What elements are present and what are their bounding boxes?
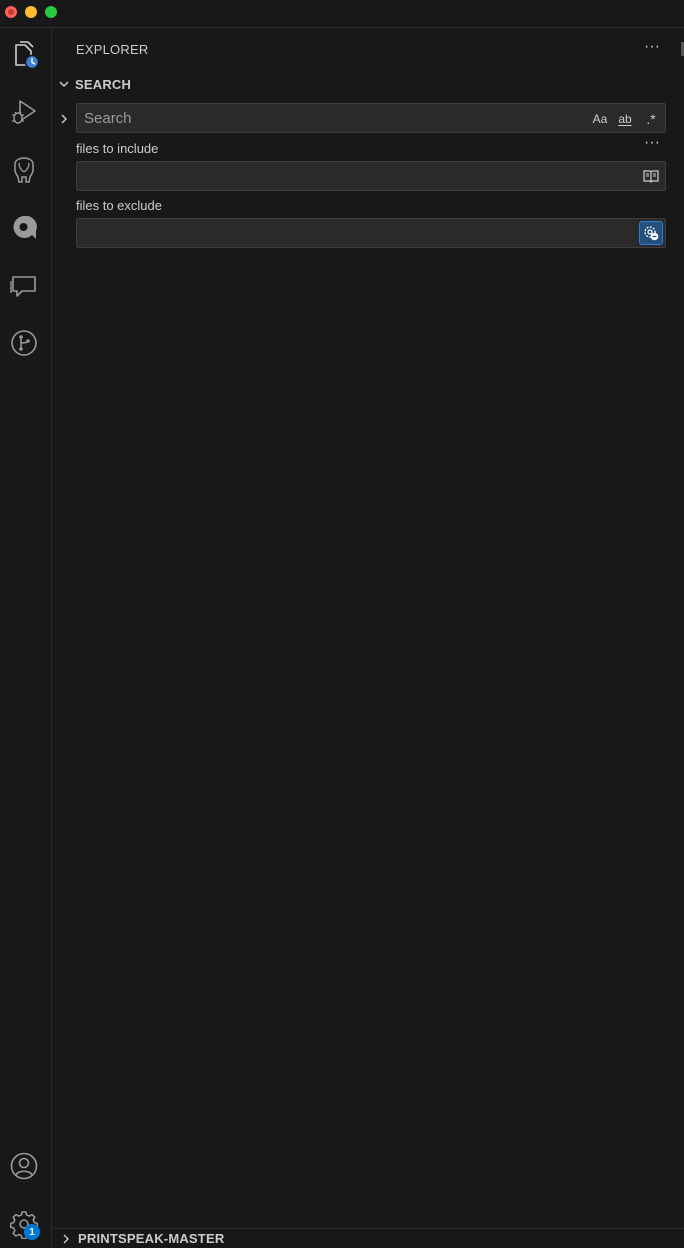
activity-source-control[interactable] [6, 325, 42, 361]
match-case-toggle[interactable]: Aa [591, 109, 609, 129]
window-close-button[interactable] [5, 6, 17, 18]
activity-bar: 1 [0, 28, 52, 1248]
include-label: files to include [76, 141, 159, 156]
book-icon [643, 170, 659, 183]
activity-accounts[interactable] [6, 1148, 42, 1184]
activity-database[interactable] [6, 152, 42, 188]
match-case-label: Aa [592, 112, 608, 126]
sidebar: EXPLORER ··· SEARCH Aa ab .* ··· files t… [52, 28, 684, 1248]
files-to-exclude-field [76, 218, 666, 248]
printspeak-section-header[interactable]: PRINTSPEAK-MASTER [52, 1228, 684, 1248]
files-clock-icon [15, 41, 39, 69]
manage-badge: 1 [24, 1224, 40, 1240]
whole-word-label: ab [618, 112, 632, 126]
search-details-toggle[interactable]: ··· [644, 135, 660, 151]
activity-explorer[interactable] [6, 36, 42, 72]
views-more-actions-button[interactable]: ··· [644, 39, 660, 55]
window-minimize-button[interactable] [25, 6, 37, 18]
chevron-right-icon [58, 1231, 74, 1247]
activity-chat[interactable] [6, 268, 42, 304]
account-icon [10, 1152, 38, 1180]
gear-exclude-icon [644, 226, 659, 241]
elephant-icon [14, 157, 34, 183]
sidebar-title: EXPLORER [76, 42, 149, 57]
regex-label: .* [646, 111, 656, 127]
files-to-exclude-input[interactable] [84, 219, 555, 247]
search-box: Aa ab .* [76, 103, 666, 133]
printspeak-section-title: PRINTSPEAK-MASTER [78, 1231, 225, 1246]
run-debug-icon [12, 100, 36, 124]
search-input[interactable] [84, 104, 555, 132]
activity-q-extension[interactable] [6, 210, 42, 246]
whole-word-toggle[interactable]: ab [614, 109, 636, 129]
files-to-include-input[interactable] [84, 162, 555, 190]
search-section-title: SEARCH [75, 76, 132, 92]
chevron-down-icon [56, 76, 72, 92]
activity-run-debug[interactable] [6, 94, 42, 130]
search-section-header[interactable]: SEARCH [56, 74, 131, 94]
regex-toggle[interactable]: .* [642, 109, 660, 129]
q-icon [13, 215, 37, 239]
chat-icon [10, 276, 36, 297]
window-maximize-button[interactable] [45, 6, 57, 18]
git-icon [11, 330, 37, 356]
title-bar [0, 0, 684, 28]
activity-manage[interactable]: 1 [6, 1206, 42, 1242]
use-exclude-settings-button[interactable] [639, 221, 663, 245]
chevron-right-icon [61, 114, 67, 124]
exclude-label: files to exclude [76, 198, 162, 213]
open-editors-only-button[interactable] [639, 164, 663, 188]
files-to-include-field [76, 161, 666, 191]
toggle-replace-button[interactable] [56, 109, 72, 129]
